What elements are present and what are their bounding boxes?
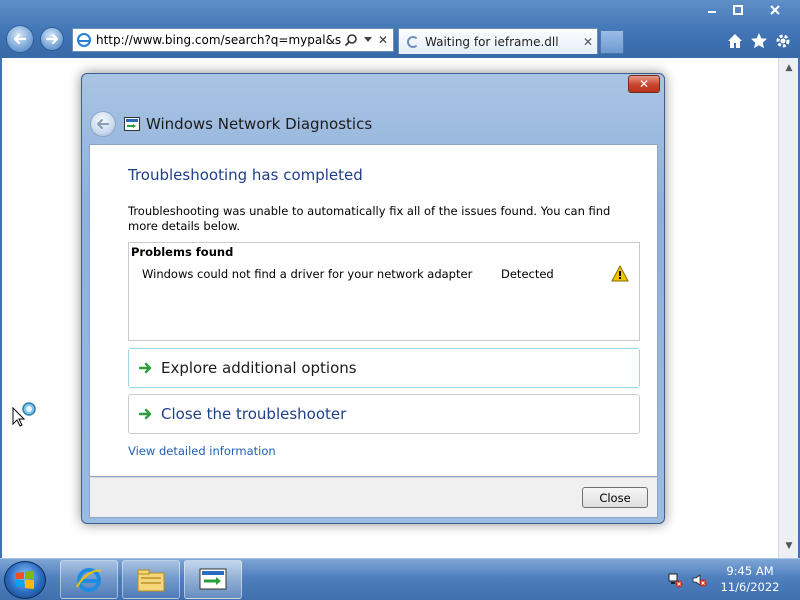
windows-logo-icon <box>16 571 34 589</box>
green-arrow-icon <box>139 362 152 374</box>
dialog-content: Troubleshooting has completed Troublesho… <box>89 144 658 477</box>
tab-title: Waiting for ieframe.dll <box>425 34 559 49</box>
dialog-footer: Close <box>89 477 658 518</box>
home-icon <box>728 34 742 48</box>
search-icon[interactable] <box>344 33 358 47</box>
close-icon <box>770 5 780 15</box>
description-text: Troubleshooting was unable to automatica… <box>128 204 611 233</box>
close-button[interactable]: Close <box>582 487 648 508</box>
close-troubleshooter-link[interactable]: Close the troubleshooter <box>128 394 640 434</box>
network-error-icon[interactable] <box>667 572 683 588</box>
address-url[interactable]: http://www.bing.com/search?q=mypal&src=i <box>96 33 342 47</box>
tab-active[interactable]: Waiting for ieframe.dll ✕ <box>398 28 598 54</box>
restore-button[interactable] <box>726 0 750 20</box>
forward-arrow-icon <box>45 33 59 45</box>
problem-item[interactable]: Windows could not find a driver for your… <box>129 265 639 285</box>
start-button[interactable] <box>4 561 46 599</box>
problem-status: Detected <box>501 267 554 281</box>
dialog-back-button[interactable] <box>90 111 116 137</box>
explore-options-link[interactable]: Explore additional options <box>128 348 640 388</box>
close-icon: ✕ <box>638 77 650 91</box>
network-diagnostics-icon <box>199 568 227 589</box>
view-detailed-information-link[interactable]: View detailed information <box>128 444 276 458</box>
back-button[interactable] <box>6 25 34 53</box>
windows-explorer-icon <box>137 569 165 591</box>
address-bar[interactable]: http://www.bing.com/search?q=mypal&src=i… <box>72 28 394 52</box>
dialog-close-button[interactable]: ✕ <box>628 75 660 93</box>
busy-cursor-icon <box>12 402 36 427</box>
volume-muted-icon[interactable] <box>691 572 707 588</box>
minimize-button[interactable] <box>700 0 724 20</box>
gear-icon <box>776 34 790 48</box>
network-diagnostics-icon <box>124 117 140 131</box>
tab-close-icon[interactable]: ✕ <box>583 35 593 49</box>
restore-icon <box>733 5 743 15</box>
problem-text: Windows could not find a driver for your… <box>142 267 473 281</box>
clock-date: 11/6/2022 <box>720 580 780 594</box>
green-arrow-icon <box>139 408 152 420</box>
minimize-icon <box>708 11 716 13</box>
dropdown-arrow-icon[interactable] <box>364 37 372 43</box>
loading-spinner-icon <box>407 35 419 48</box>
system-clock[interactable]: 9:45 AM 11/6/2022 <box>712 563 788 595</box>
taskbar-network-diagnostics[interactable] <box>184 560 242 599</box>
clock-time: 9:45 AM <box>726 564 774 578</box>
ie-page-icon <box>77 33 91 47</box>
new-tab-button[interactable] <box>600 30 624 54</box>
vertical-scrollbar[interactable]: ▲ ▼ <box>778 58 798 558</box>
stop-icon[interactable]: ✕ <box>378 33 388 47</box>
home-button[interactable] <box>724 30 746 52</box>
problems-list: Problems found Windows could not find a … <box>128 242 640 341</box>
problems-list-title: Problems found <box>131 245 234 259</box>
favorites-button[interactable] <box>748 30 770 52</box>
back-arrow-icon <box>97 119 109 129</box>
window-close-button[interactable] <box>752 0 798 20</box>
network-diagnostics-dialog: ✕ Windows Network Diagnostics Troublesho… <box>81 73 665 524</box>
tools-button[interactable] <box>772 30 794 52</box>
scroll-up-icon[interactable]: ▲ <box>781 60 797 76</box>
internet-explorer-icon <box>76 567 102 592</box>
page-heading: Troubleshooting has completed <box>128 166 363 184</box>
scroll-down-icon[interactable]: ▼ <box>781 538 797 554</box>
close-troubleshooter-label: Close the troubleshooter <box>161 405 347 423</box>
dialog-header: Windows Network Diagnostics <box>90 104 658 144</box>
browser-toolbar: http://www.bing.com/search?q=mypal&src=i… <box>0 0 800 58</box>
taskbar: 9:45 AM 11/6/2022 <box>0 558 800 600</box>
taskbar-internet-explorer[interactable] <box>60 560 118 599</box>
explore-options-label: Explore additional options <box>161 359 357 377</box>
forward-button[interactable] <box>40 27 64 51</box>
warning-icon <box>611 265 629 282</box>
star-icon <box>751 33 767 49</box>
dialog-title: Windows Network Diagnostics <box>146 115 373 133</box>
back-arrow-icon <box>13 33 27 45</box>
taskbar-windows-explorer[interactable] <box>122 560 180 599</box>
